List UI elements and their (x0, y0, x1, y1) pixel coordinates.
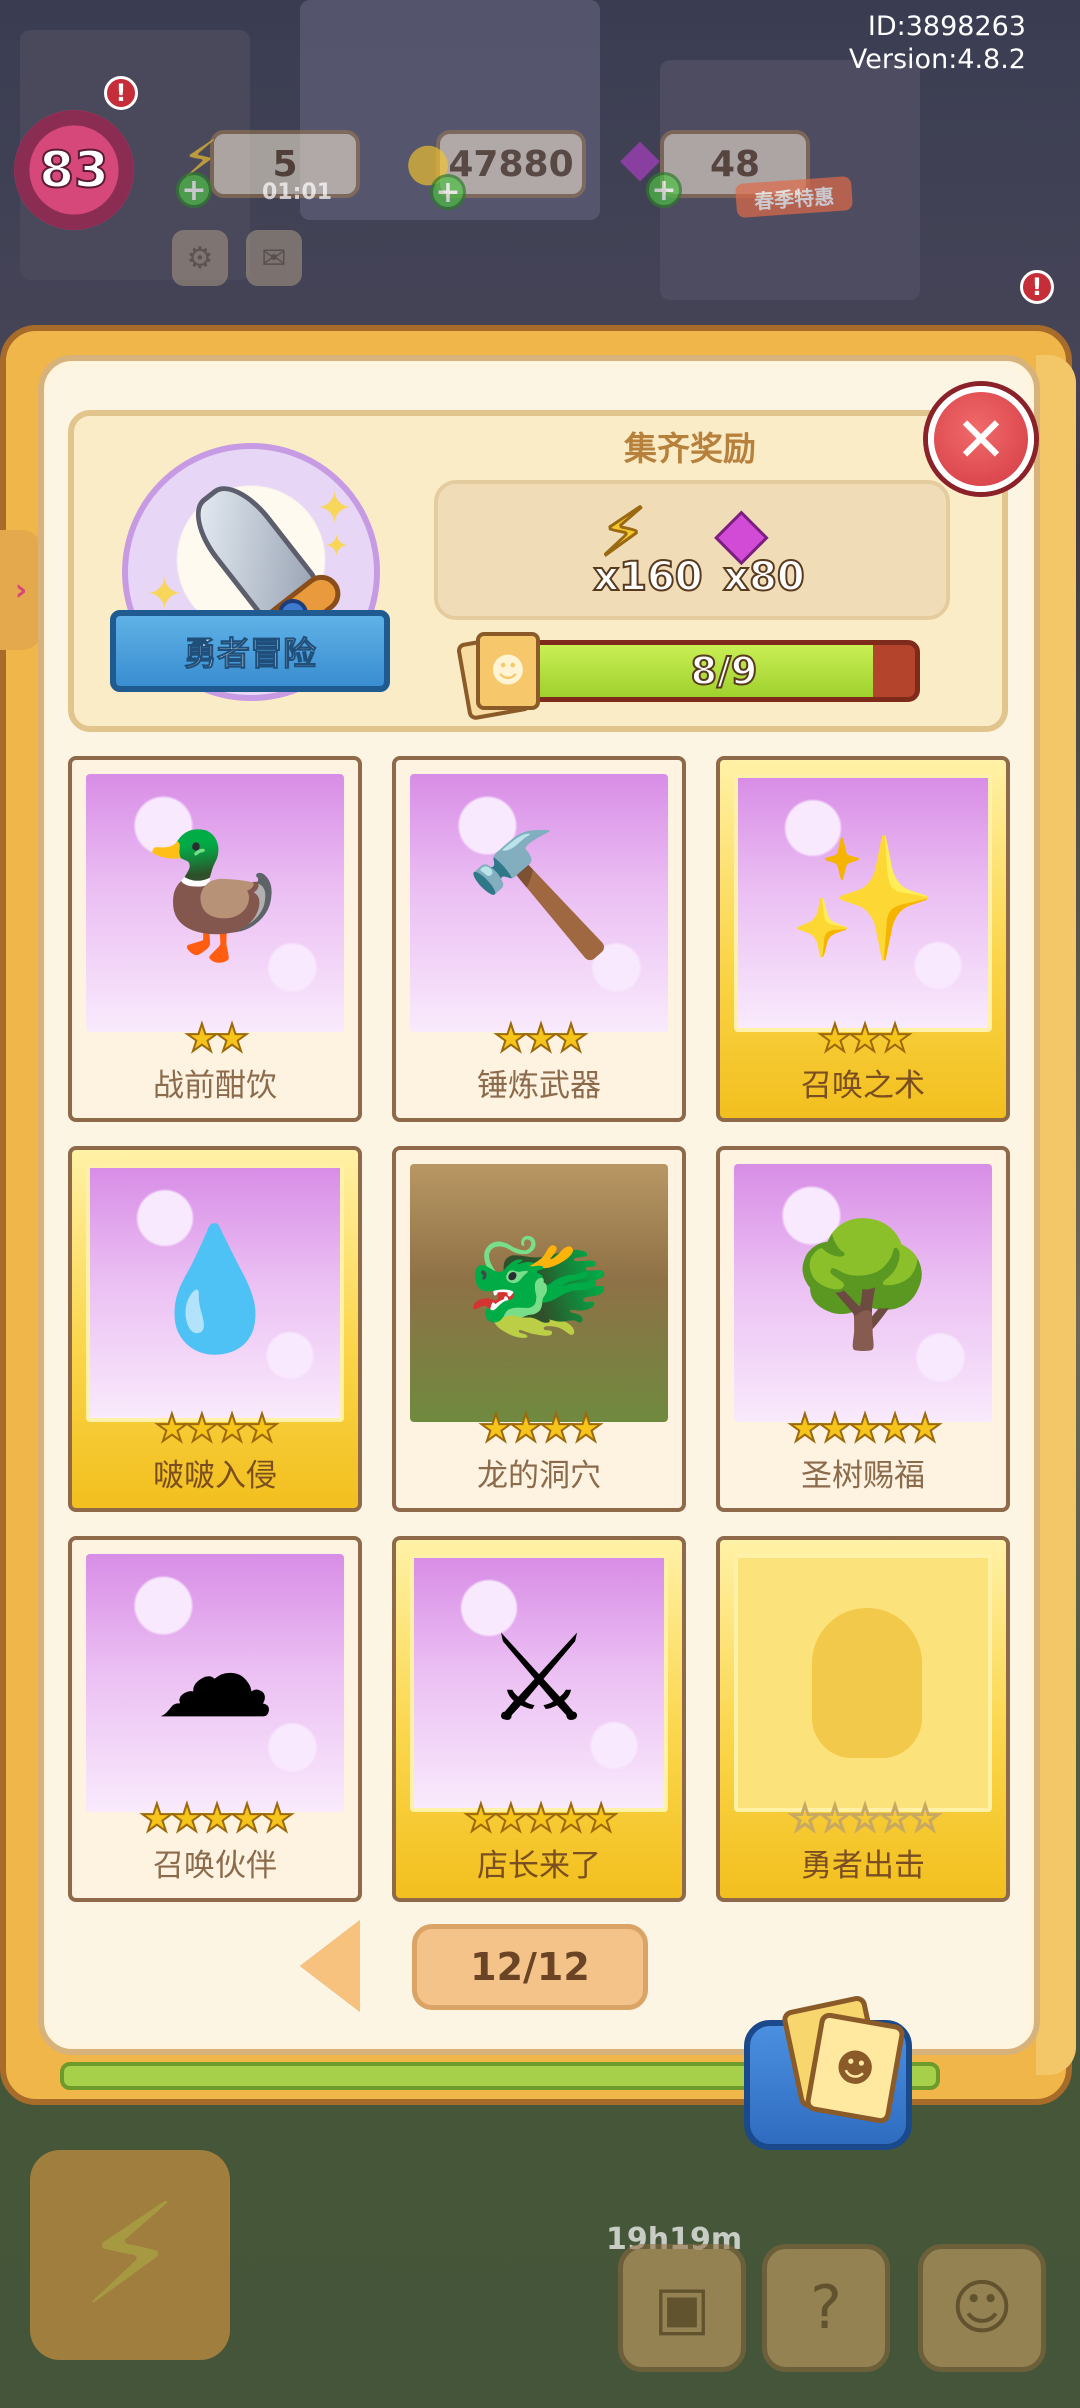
energy-value: 5 (272, 143, 298, 185)
locked-card-silhouette (734, 1554, 992, 1812)
card-artwork: 💧 (86, 1164, 344, 1422)
card-artwork: 🌳 (734, 1164, 992, 1422)
card-name: 店长来了 (477, 1848, 601, 1884)
card-star-rating: ★★★ (493, 1015, 589, 1061)
event-alert-dot: ! (1020, 270, 1054, 304)
mail-icon[interactable]: ✉ (246, 230, 302, 286)
energy-action-button[interactable]: ⚡ (30, 2150, 230, 2360)
collection-card[interactable]: 🌳 ★★★★★ 圣树赐福 (716, 1146, 1010, 1512)
card-illustration-icon: 🐲 (464, 1216, 614, 1355)
page-indicator: 12/12 (412, 1924, 648, 2010)
settings-icon[interactable]: ⚙ (172, 230, 228, 286)
card-illustration-icon: 🦆 (140, 826, 290, 965)
card-illustration-icon: 💧 (140, 1220, 290, 1359)
progress-text: 8/9 (690, 648, 759, 694)
card-name: 啵啵入侵 (153, 1458, 277, 1494)
card-star-rating: ★★ (184, 1015, 250, 1061)
level-alert-dot: ! (104, 76, 138, 110)
gem-value: 48 (709, 143, 761, 185)
collection-card[interactable]: 🐲 ★★★★ 龙的洞穴 (392, 1146, 686, 1512)
collection-theme-name: 勇者冒险 (90, 610, 410, 698)
card-star-rating: ☆☆☆☆☆ (787, 1795, 943, 1841)
card-name: 锤炼武器 (477, 1068, 601, 1104)
card-star-rating: ★★★ (817, 1015, 913, 1061)
player-level-badge[interactable]: 83 (14, 110, 134, 230)
card-artwork: ✨ (734, 774, 992, 1032)
add-energy-button[interactable]: + (176, 172, 212, 208)
card-star-rating: ★★★★★ (787, 1405, 943, 1451)
card-artwork: ⚔ (410, 1554, 668, 1812)
card-illustration-icon: ⚔ (485, 1610, 593, 1749)
reward-energy: ⚡ x160 (578, 496, 708, 618)
card-star-rating: ★★★★★ (139, 1795, 295, 1841)
card-name: 龙的洞穴 (477, 1458, 601, 1494)
card-pack-icon[interactable]: ▣ (618, 2244, 746, 2372)
close-button[interactable]: ✕ (928, 386, 1034, 492)
reward-title: 集齐奖励 (624, 429, 756, 468)
card-artwork: ☁ (86, 1554, 344, 1812)
add-coins-button[interactable]: + (430, 174, 466, 210)
card-artwork: 🔨 (410, 774, 668, 1032)
card-name: 勇者出击 (801, 1848, 925, 1884)
card-star-rating: ★★★★ (478, 1405, 604, 1451)
version-text: Version:4.8.2 (848, 44, 1026, 75)
album-button[interactable]: ☻ (744, 1994, 912, 2150)
mystery-card-icon[interactable]: ? (762, 2244, 890, 2372)
debug-info: ID:3898263 Version:4.8.2 (849, 10, 1026, 76)
mystery-character-icon (812, 1608, 922, 1758)
collection-card[interactable]: 🦆 ★★ 战前酣饮 (68, 756, 362, 1122)
album-side-tab[interactable]: › (0, 530, 42, 650)
card-illustration-icon: 🔨 (464, 826, 614, 965)
card-name: 战前酣饮 (153, 1068, 277, 1104)
user-id-text: ID:3898263 (867, 11, 1026, 42)
add-gems-button[interactable]: + (646, 172, 682, 208)
card-artwork: 🦆 (86, 774, 344, 1032)
card-name: 圣树赐福 (801, 1458, 925, 1494)
friends-icon[interactable]: ☺ (918, 2244, 1046, 2372)
reward-gems-count: x80 (722, 553, 805, 601)
reward-gems: ◆ x80 (694, 496, 824, 618)
card-star-rating: ★★★★★ (463, 1795, 619, 1841)
collection-card[interactable]: ☁ ★★★★★ 召唤伙伴 (68, 1536, 362, 1902)
previous-page-button[interactable] (300, 1920, 360, 2012)
energy-timer: 01:01 (262, 180, 333, 205)
collection-card[interactable]: ⚔ ★★★★★ 店长来了 (392, 1536, 686, 1902)
card-illustration-icon: 🌳 (788, 1216, 938, 1355)
collection-card[interactable]: 🔨 ★★★ 锤炼武器 (392, 756, 686, 1122)
card-artwork: 🐲 (410, 1164, 668, 1422)
reward-box: ⚡ x160 ◆ x80 (434, 480, 950, 620)
card-star-rating: ★★★★ (154, 1405, 280, 1451)
collection-card[interactable]: ✨ ★★★ 召唤之术 (716, 756, 1010, 1122)
card-stack-icon: ☻ (455, 632, 544, 721)
sparkle-icon: ✦ (324, 529, 350, 564)
collection-progress-bar: 8/9 (528, 640, 920, 702)
card-illustration-icon: ✨ (788, 830, 938, 969)
collection-card[interactable]: 💧 ★★★★ 啵啵入侵 (68, 1146, 362, 1512)
card-name: 召唤伙伴 (153, 1848, 277, 1884)
sparkle-icon: ✦ (316, 483, 353, 534)
collection-card[interactable]: ☆☆☆☆☆ 勇者出击 (716, 1536, 1010, 1902)
card-illustration-icon: ☁ (155, 1606, 275, 1745)
card-name: 召唤之术 (801, 1068, 925, 1104)
album-book-edge (1036, 355, 1076, 2075)
